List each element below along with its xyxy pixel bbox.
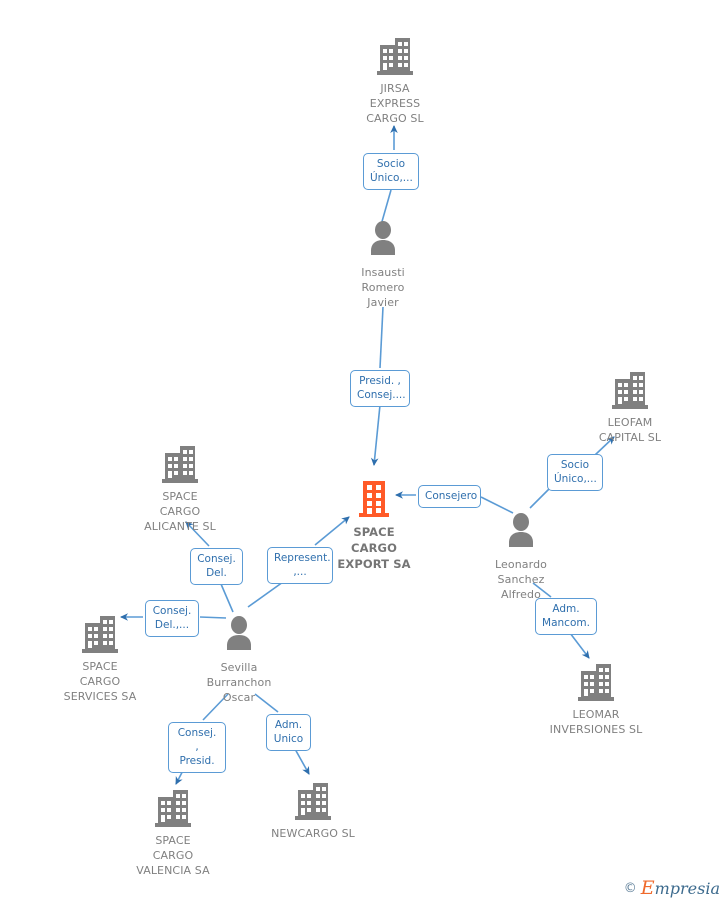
relation-label-represent[interactable]: Represent. ,... — [267, 547, 333, 584]
node-label: Sevilla Burranchon Oscar — [206, 661, 272, 704]
person-icon — [313, 219, 453, 263]
relation-label-consej-del-alicante[interactable]: Consej. Del. — [190, 548, 243, 585]
node-label: NEWCARGO SL — [271, 827, 355, 840]
edge-presid-export — [370, 404, 381, 466]
relation-label-adm-mancom[interactable]: Adm. Mancom. — [535, 598, 597, 635]
edge-admunico-newcargo — [294, 748, 310, 775]
node-jirsa-express-cargo[interactable]: JIRSA EXPRESS CARGO SL — [325, 35, 465, 126]
building-icon — [560, 369, 700, 413]
building-icon — [103, 787, 243, 831]
relation-label-consejero[interactable]: Consejero — [418, 485, 481, 508]
copyright-icon: © — [623, 880, 637, 896]
edge-insausti-presid — [379, 306, 384, 369]
building-icon — [526, 661, 666, 705]
node-leofam-capital[interactable]: LEOFAM CAPITAL SL — [560, 369, 700, 445]
relation-label-adm-unico-newcargo[interactable]: Adm. Unico — [266, 714, 311, 751]
empresia-wordmark: Empresia — [641, 877, 720, 899]
wordmark-rest: mpresia — [654, 879, 720, 898]
wordmark-lead-letter: E — [640, 877, 655, 899]
node-newcargo[interactable]: NEWCARGO SL — [243, 780, 383, 841]
relation-label-socio-unico-leofam[interactable]: Socio Único,... — [547, 454, 603, 491]
node-leonardo-sanchez[interactable]: Leonardo Sanchez Alfredo — [451, 511, 591, 602]
node-label: SPACE CARGO ALICANTE SL — [144, 490, 216, 533]
node-label: JIRSA EXPRESS CARGO SL — [366, 82, 424, 125]
building-icon — [325, 35, 465, 79]
relation-label-socio-unico-jirsa[interactable]: Socio Único,... — [363, 153, 419, 190]
relationship-diagram: JIRSA EXPRESS CARGO SL Insausti Romero Ja… — [0, 0, 728, 905]
node-insausti-romero-javier[interactable]: Insausti Romero Javier — [313, 219, 453, 310]
relation-label-presid-consej[interactable]: Presid. , Consej.... — [350, 370, 410, 407]
edge-leonardo-socio — [529, 488, 550, 509]
node-label: Leonardo Sanchez Alfredo — [495, 558, 547, 601]
building-icon — [110, 443, 250, 487]
relation-label-consej-del-services[interactable]: Consej. Del.,... — [145, 600, 199, 637]
node-label: SPACE CARGO VALENCIA SA — [136, 834, 210, 877]
building-icon — [243, 780, 383, 824]
node-label: LEOMAR INVERSIONES SL — [549, 708, 643, 736]
node-label: SPACE CARGO SERVICES SA — [63, 660, 137, 703]
node-label: LEOFAM CAPITAL SL — [598, 416, 662, 444]
node-space-cargo-valencia[interactable]: SPACE CARGO VALENCIA SA — [103, 787, 243, 878]
node-leomar-inversiones[interactable]: LEOMAR INVERSIONES SL — [526, 661, 666, 737]
empresia-watermark: © Empresia — [624, 877, 720, 899]
edge-admmancom-leomar — [569, 632, 590, 659]
node-space-cargo-alicante[interactable]: SPACE CARGO ALICANTE SL — [110, 443, 250, 534]
edge-sevilla-consejdel-alicante — [220, 583, 234, 613]
edge-sevilla-represent — [247, 581, 284, 608]
relation-label-consej-presid-valencia[interactable]: Consej. , Presid. — [168, 722, 226, 773]
person-icon — [451, 511, 591, 555]
node-label: Insausti Romero Javier — [361, 266, 405, 309]
